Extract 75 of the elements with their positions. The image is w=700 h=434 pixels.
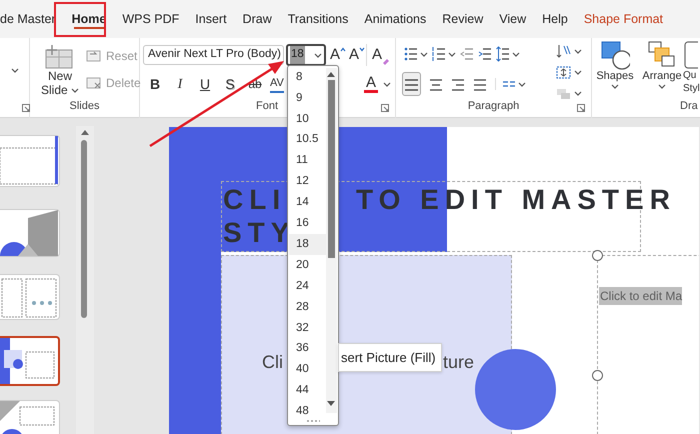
ribbon-tab[interactable]: Help: [534, 0, 576, 38]
caret-icon[interactable]: [420, 52, 428, 56]
scrollbar-thumb[interactable]: [81, 140, 87, 318]
group-label: Slides: [68, 98, 100, 114]
dialog-launcher-icon[interactable]: [577, 104, 585, 112]
title-text: CLI: [223, 186, 286, 214]
size-option[interactable]: 18: [289, 234, 326, 256]
drawing-button[interactable]: Shapes: [594, 40, 636, 89]
font-size-field[interactable]: 18: [286, 44, 326, 66]
numbering-icon[interactable]: [432, 46, 446, 62]
scroll-up-icon[interactable]: [327, 71, 335, 77]
caret-icon[interactable]: [512, 52, 520, 56]
format-button[interactable]: B: [145, 74, 165, 94]
group-label: Paragraph: [466, 98, 520, 114]
justify-icon[interactable]: [473, 76, 487, 92]
tooltip: sert Picture (Fill): [338, 343, 442, 372]
caret-icon: [611, 84, 619, 89]
ribbon-tab[interactable]: Draw: [234, 0, 280, 38]
caret-icon: [340, 47, 346, 52]
caret-icon: [71, 88, 80, 94]
scroll-up-icon[interactable]: [81, 129, 89, 135]
scrollbar-thumb[interactable]: [328, 80, 335, 258]
ribbon-tab[interactable]: Insert: [187, 0, 235, 38]
drawing-button[interactable]: Arrange: [641, 40, 683, 89]
ribbon-tab[interactable]: View: [491, 0, 534, 38]
placeholder-text: Click to edit Ma: [599, 287, 682, 305]
ribbon-tab[interactable]: Shape Format: [576, 0, 672, 38]
ribbon-tab[interactable]: WPS PDF: [114, 0, 188, 38]
ribbon-tab[interactable]: Transitions: [280, 0, 356, 38]
line-spacing-icon[interactable]: [496, 46, 510, 62]
caret-icon[interactable]: [11, 68, 19, 73]
bullets-icon[interactable]: [404, 46, 418, 62]
highlight-box: [54, 2, 106, 37]
reset-icon: [86, 49, 102, 63]
clear-formatting-button[interactable]: A: [366, 44, 390, 66]
dialog-launcher-icon[interactable]: [381, 104, 389, 112]
drawing-button[interactable]: Qu Styl: [683, 40, 700, 95]
grow-font-button[interactable]: A: [330, 45, 346, 65]
align-center-icon[interactable]: [429, 76, 443, 92]
format-button[interactable]: I: [170, 74, 190, 94]
caret-icon[interactable]: [518, 82, 526, 86]
caret-icon: [658, 84, 666, 89]
group-label: Dra: [680, 98, 698, 114]
ribbon-tab[interactable]: Animations: [356, 0, 434, 38]
caret-icon[interactable]: [574, 49, 582, 54]
ribbon-tab[interactable]: de Master: [0, 0, 64, 38]
format-button[interactable]: S: [220, 74, 240, 94]
caret-icon[interactable]: [574, 70, 582, 75]
placeholder-text: Cli: [262, 351, 283, 374]
align-left-icon[interactable]: [405, 77, 418, 92]
text-direction-icon[interactable]: [556, 44, 571, 59]
resize-handle[interactable]: [592, 250, 603, 261]
shrink-font-button[interactable]: A: [349, 45, 366, 65]
font-name-field[interactable]: Avenir Next LT Pro (Body): [143, 45, 284, 65]
dialog-launcher-icon[interactable]: [22, 104, 30, 112]
eraser-icon: [382, 58, 390, 66]
scroll-down-icon[interactable]: [327, 401, 335, 407]
increase-indent-icon[interactable]: [478, 46, 492, 62]
caret-icon[interactable]: [383, 82, 391, 87]
format-button[interactable]: AV: [270, 74, 284, 94]
align-right-icon[interactable]: [451, 76, 465, 92]
font-color-button[interactable]: A: [363, 72, 379, 96]
placeholder-text: ture: [443, 351, 474, 374]
ribbon-tab[interactable]: Review: [434, 0, 492, 38]
format-button[interactable]: U: [195, 74, 215, 94]
caret-icon[interactable]: [448, 52, 456, 56]
group-label: Font: [256, 98, 278, 114]
slide-thumbnail[interactable]: [0, 336, 60, 386]
align-text-icon[interactable]: [556, 65, 571, 80]
caret-icon: [359, 47, 366, 52]
resize-handle[interactable]: [592, 370, 603, 381]
caret-icon: [314, 52, 322, 58]
delete-slide-icon: [86, 76, 102, 90]
caret-icon[interactable]: [574, 91, 582, 96]
new-slide-button[interactable]: New Slide: [36, 42, 84, 100]
